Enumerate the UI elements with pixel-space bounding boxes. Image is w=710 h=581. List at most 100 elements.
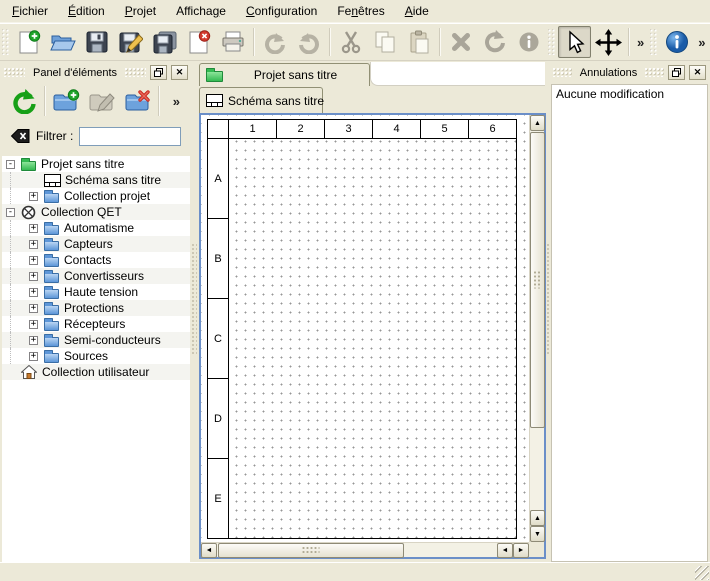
menu-projet[interactable]: Projet (115, 1, 166, 21)
tree-indent (10, 236, 28, 252)
project-tabbar-empty (370, 62, 545, 86)
save-all-button[interactable] (148, 26, 182, 59)
resize-grip[interactable] (695, 566, 709, 580)
tree-item-semi-conducteurs[interactable]: +Semi-conducteurs (2, 332, 190, 348)
tree-item-schema-sans-titre[interactable]: Schéma sans titre (2, 172, 190, 188)
cut-button[interactable] (334, 26, 368, 59)
scroll-left-button-2[interactable]: ◄ (497, 543, 513, 558)
project-tab-label: Projet sans titre (228, 68, 363, 82)
copy-button[interactable] (368, 26, 402, 59)
expand-expander[interactable]: + (29, 224, 38, 233)
close-panel-button[interactable]: ✕ (689, 65, 706, 80)
filter-input[interactable] (79, 127, 181, 146)
tree-item-projet-sans-titre[interactable]: - Projet sans titre (2, 156, 190, 172)
tree-indent (10, 172, 28, 188)
save-button[interactable] (80, 26, 114, 59)
tree-item-protections[interactable]: + Protections (2, 300, 190, 316)
panel-toolbar-overflow-chevron[interactable]: » (169, 94, 184, 109)
tree-item-capteurs[interactable]: + Capteurs (2, 236, 190, 252)
toolbar-drag-handle[interactable] (650, 29, 658, 55)
expand-expander[interactable]: + (29, 320, 38, 329)
tree-item-collection-qet[interactable]: -Collection QET (2, 204, 190, 220)
scroll-up-button[interactable]: ▲ (530, 115, 545, 131)
tree-item-automatisme[interactable]: +Automatisme (2, 220, 190, 236)
tree-item-contacts[interactable]: +Contacts (2, 252, 190, 268)
redo-button[interactable] (292, 26, 326, 59)
menu-fenetres[interactable]: Fenêtres (327, 1, 394, 21)
undo-list[interactable]: Aucune modification (551, 84, 708, 562)
expand-expander[interactable]: + (29, 240, 38, 249)
row-label-E: E (207, 458, 229, 539)
reload-collections-button[interactable] (6, 84, 42, 118)
restore-icon (154, 68, 163, 77)
close-panel-button[interactable]: ✕ (171, 65, 188, 80)
rotate-button[interactable] (478, 26, 512, 59)
diagram-canvas[interactable]: 123456ABCDE (201, 115, 529, 542)
paste-button[interactable] (402, 26, 436, 59)
collapse-expander[interactable]: - (6, 208, 15, 217)
horizontal-scroll-thumb[interactable] (218, 543, 404, 558)
undo-button[interactable] (258, 26, 292, 59)
tree-item-convertisseurs[interactable]: +Convertisseurs (2, 268, 190, 284)
edit-category-button[interactable] (84, 84, 120, 118)
tree-item-collection-utilisateur[interactable]: Collection utilisateur (2, 364, 190, 380)
toolbar-drag-handle[interactable] (2, 29, 10, 55)
expand-expander[interactable]: + (29, 288, 38, 297)
tree-item-haute-tension[interactable]: +Haute tension (2, 284, 190, 300)
horizontal-scrollbar[interactable]: ◄ ◄ ► (201, 542, 529, 557)
tree-item-label: Protections (64, 301, 124, 315)
diagram-info-button[interactable] (660, 26, 694, 59)
expand-expander[interactable]: + (29, 192, 38, 201)
scroll-left-button[interactable]: ◄ (201, 543, 217, 558)
undo-panel-titlebar[interactable]: Annulations ✕ (551, 64, 708, 81)
tree-item-label: Projet sans titre (41, 157, 124, 171)
schema-tab[interactable]: Schéma sans titre (199, 87, 323, 113)
expand-expander[interactable]: + (29, 352, 38, 361)
menu-fichier[interactable]: Fichier (2, 1, 58, 21)
new-category-button[interactable] (48, 84, 84, 118)
float-panel-button[interactable] (668, 65, 685, 80)
column-header-5: 5 (420, 119, 469, 139)
clear-filter-icon[interactable] (10, 128, 30, 144)
float-panel-button[interactable] (150, 65, 167, 80)
toolbar-drag-handle[interactable] (548, 29, 556, 55)
undo-list-item[interactable]: Aucune modification (552, 85, 707, 103)
move-tool-button[interactable] (591, 26, 625, 59)
tree-item-recepteurs[interactable]: +Récepteurs (2, 316, 190, 332)
vertical-scroll-thumb[interactable] (530, 132, 545, 428)
info-disabled-button[interactable] (512, 26, 546, 59)
tree-item-collection-projet[interactable]: +Collection projet (2, 188, 190, 204)
menu-affichage[interactable]: Affichage (166, 1, 236, 21)
delete-category-button[interactable] (120, 84, 156, 118)
redo-icon (297, 30, 321, 54)
toolbar-separator (628, 28, 630, 56)
vertical-scrollbar[interactable]: ▲ ▲ ▼ (529, 115, 544, 542)
select-tool-button[interactable] (558, 26, 591, 58)
column-header-1: 1 (228, 119, 277, 139)
menu-edition[interactable]: Édition (58, 1, 115, 21)
toolbar-overflow-chevron[interactable]: » (694, 35, 709, 50)
toolbar-overflow-chevron[interactable]: » (633, 35, 648, 50)
scroll-up-button-2[interactable]: ▲ (530, 510, 545, 526)
menu-aide[interactable]: Aide (395, 1, 439, 21)
menu-configuration[interactable]: Configuration (236, 1, 327, 21)
expand-expander[interactable]: + (29, 304, 38, 313)
close-document-icon (188, 30, 211, 54)
delete-button[interactable] (444, 26, 478, 59)
tree-item-label: Capteurs (64, 237, 113, 251)
elements-panel-titlebar[interactable]: Panel d'éléments ✕ (2, 64, 190, 81)
project-tab[interactable]: Projet sans titre (199, 63, 370, 86)
expand-expander[interactable]: + (29, 256, 38, 265)
close-file-button[interactable] (182, 26, 216, 59)
print-button[interactable] (216, 26, 250, 59)
save-as-button[interactable] (114, 26, 148, 59)
tree-item-sources[interactable]: +Sources (2, 348, 190, 364)
expand-expander[interactable]: + (29, 272, 38, 281)
new-project-button[interactable] (12, 26, 46, 59)
left-splitter[interactable] (191, 64, 198, 562)
scroll-down-button[interactable]: ▼ (530, 526, 545, 542)
scroll-right-button[interactable]: ► (513, 543, 529, 558)
collapse-expander[interactable]: - (6, 160, 15, 169)
open-project-button[interactable] (46, 26, 80, 59)
expand-expander[interactable]: + (29, 336, 38, 345)
